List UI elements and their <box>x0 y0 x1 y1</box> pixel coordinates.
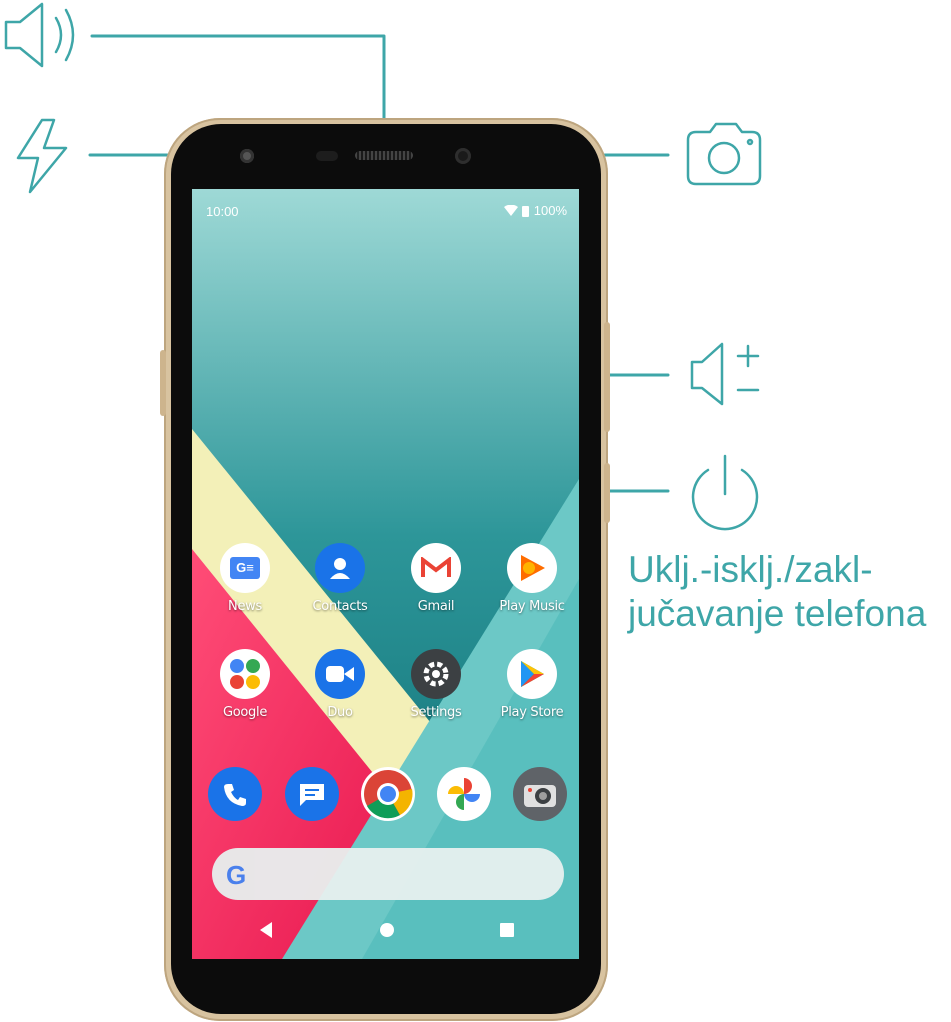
app-label: Google <box>222 705 268 720</box>
power-button[interactable] <box>604 463 610 523</box>
status-bar: 10:00 100% <box>192 189 579 231</box>
camera-icon <box>686 122 762 186</box>
flash-led <box>240 149 254 163</box>
messages-icon[interactable] <box>285 767 339 821</box>
settings-gear-icon <box>411 649 461 699</box>
app-gmail[interactable]: Gmail <box>391 543 481 614</box>
contacts-icon <box>315 543 365 593</box>
duo-icon <box>315 649 365 699</box>
app-settings[interactable]: Settings <box>391 649 481 720</box>
proximity-sensor <box>316 151 338 161</box>
photos-icon[interactable] <box>437 767 491 821</box>
power-label-line2: jučavanje telefona <box>628 593 927 634</box>
app-play-music[interactable]: Play Music <box>487 543 577 614</box>
front-camera <box>455 148 471 164</box>
app-news[interactable]: G≡ News <box>200 543 290 614</box>
wifi-icon <box>503 204 518 216</box>
back-icon <box>260 922 272 938</box>
speaker-icon <box>4 2 75 68</box>
google-logo-icon: G <box>226 860 247 890</box>
power-label-line1: Uklj.-isklj./zakl- <box>628 549 873 590</box>
app-label: Duo <box>327 705 353 720</box>
app-label: Contacts <box>312 599 368 614</box>
volume-button[interactable] <box>604 322 610 432</box>
play-music-icon <box>507 543 557 593</box>
google-news-icon: G≡ <box>220 543 270 593</box>
app-google-folder[interactable]: Google <box>200 649 290 720</box>
google-search-bar[interactable]: G <box>212 848 564 900</box>
chrome-icon[interactable] <box>361 767 415 821</box>
home-icon <box>380 923 394 937</box>
gmail-icon <box>411 543 461 593</box>
battery-percent: 100% <box>533 203 567 218</box>
battery-icon <box>521 205 529 217</box>
app-label: Settings <box>410 705 462 720</box>
app-play-store[interactable]: Play Store <box>487 649 577 720</box>
play-store-icon <box>507 649 557 699</box>
volume-rocker-icon <box>690 342 760 406</box>
app-label: Gmail <box>417 599 455 614</box>
app-label: Play Music <box>499 599 565 614</box>
power-callout-label: Uklj.-isklj./zakl- jučavanje telefona <box>628 548 926 636</box>
app-label: Play Store <box>500 705 564 720</box>
flash-icon <box>16 118 68 194</box>
camera-app-icon[interactable] <box>513 767 567 821</box>
app-duo[interactable]: Duo <box>295 649 385 720</box>
navigation-bar <box>260 922 514 938</box>
power-icon <box>691 454 759 531</box>
sim-tray <box>160 350 166 416</box>
recents-icon <box>500 923 514 937</box>
earpiece-speaker <box>355 151 413 160</box>
phone-icon[interactable] <box>208 767 262 821</box>
status-time: 10:00 <box>206 204 239 219</box>
app-contacts[interactable]: Contacts <box>295 543 385 614</box>
phone-screen: 10:00 100% G≡ News Contacts Gmail Play M… <box>192 189 579 959</box>
app-label: News <box>228 599 262 614</box>
google-folder-icon <box>220 649 270 699</box>
